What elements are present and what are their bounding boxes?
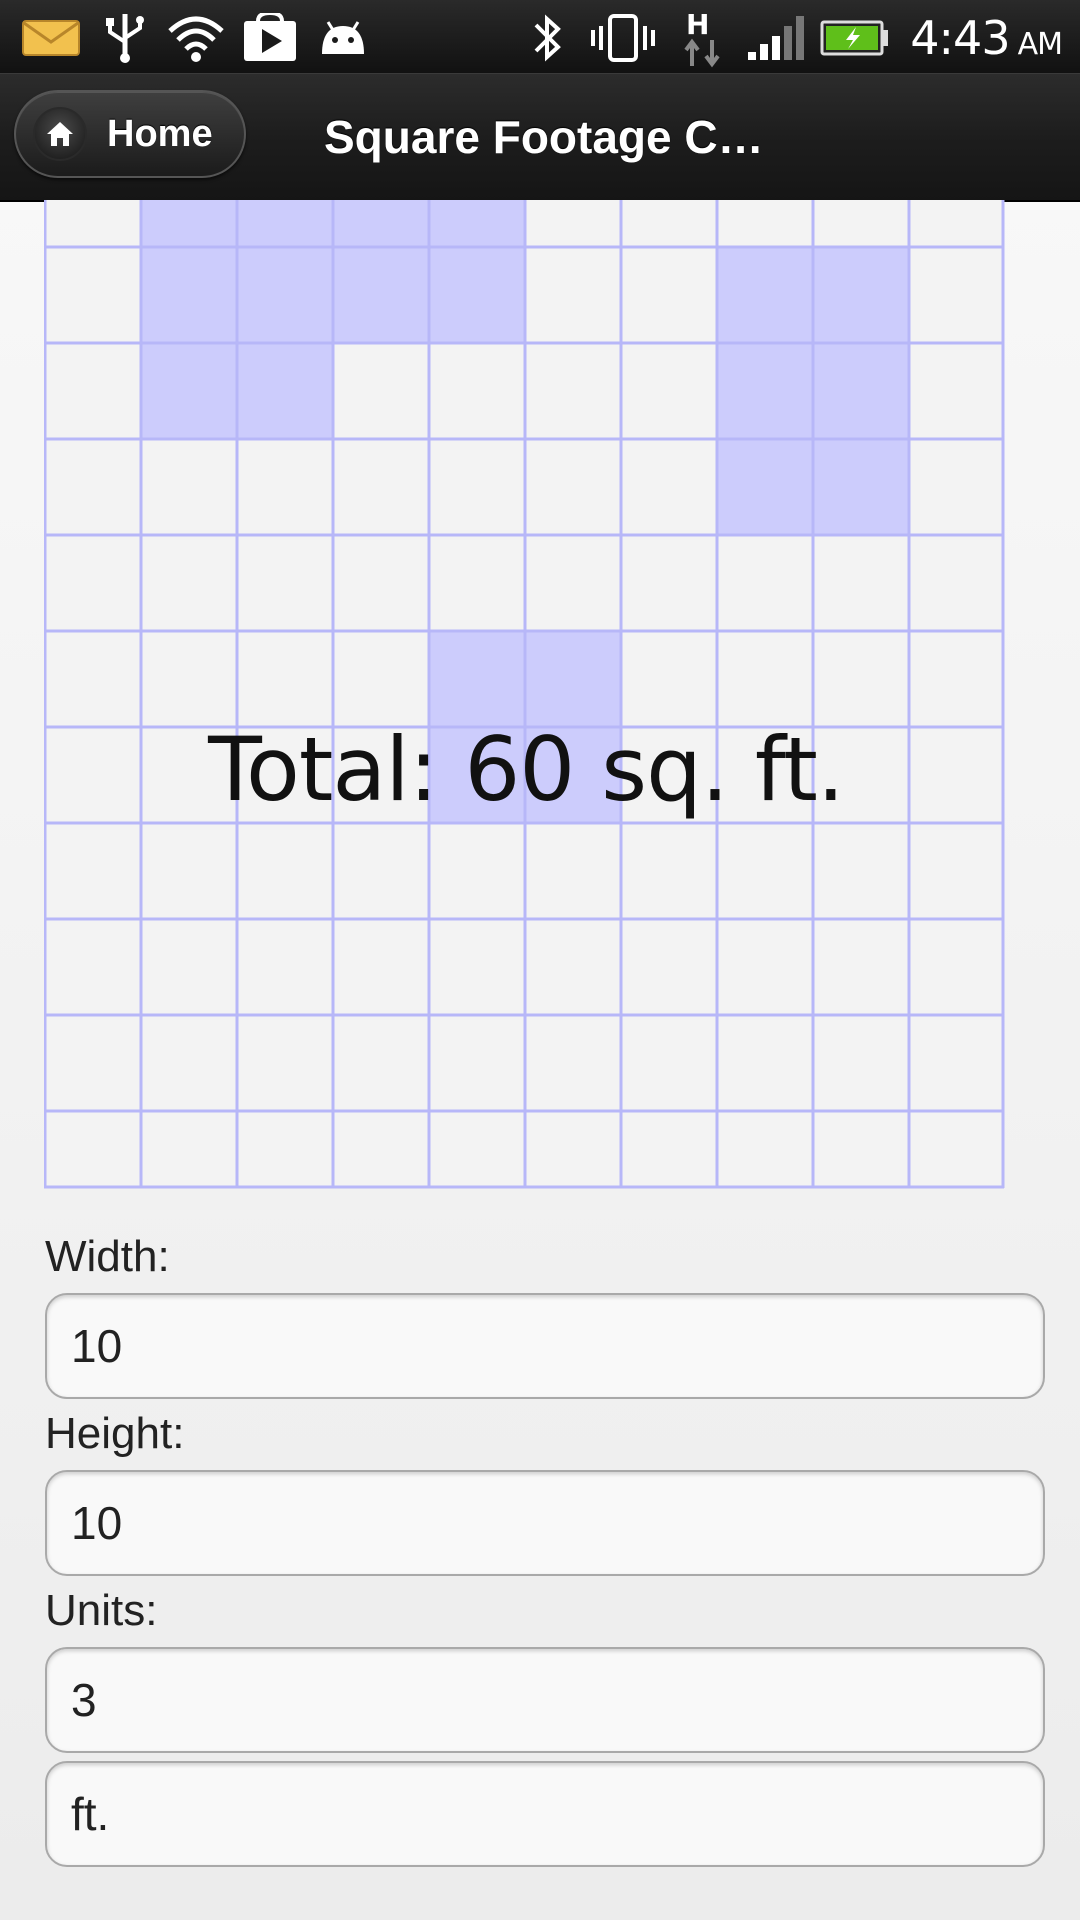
wifi-icon xyxy=(166,10,226,65)
grid-cell-filled[interactable] xyxy=(140,343,236,439)
usb-icon xyxy=(102,10,148,65)
grid-cell-filled[interactable] xyxy=(140,247,236,343)
grid-cell-filled[interactable] xyxy=(812,439,908,535)
units-field[interactable] xyxy=(45,1647,1045,1753)
battery-charging-icon xyxy=(820,10,890,65)
width-label: Width: xyxy=(45,1232,170,1281)
mail-icon xyxy=(22,10,80,65)
grid-cell-filled[interactable] xyxy=(716,439,812,535)
play-store-icon xyxy=(242,10,298,65)
height-label: Height: xyxy=(45,1409,185,1458)
svg-text:H: H xyxy=(686,8,709,41)
grid-cell-filled[interactable] xyxy=(332,200,428,247)
page-title: Square Footage C… xyxy=(324,111,764,163)
signal-icon xyxy=(746,10,806,65)
android-icon xyxy=(316,10,370,65)
grid-cell-filled[interactable] xyxy=(716,247,812,343)
clock: 4:43 AM xyxy=(910,8,1063,75)
height-field[interactable] xyxy=(45,1470,1045,1576)
home-button-label: Home xyxy=(107,112,213,155)
bluetooth-icon xyxy=(528,10,568,65)
grid-cell-filled[interactable] xyxy=(332,247,428,343)
grid-cell-filled[interactable] xyxy=(428,631,524,727)
units-label: Units: xyxy=(45,1586,158,1635)
grid-cell-filled[interactable] xyxy=(812,247,908,343)
grid-cell-filled[interactable] xyxy=(428,247,524,343)
home-button[interactable]: Home xyxy=(14,90,246,178)
grid-cell-filled[interactable] xyxy=(428,200,524,247)
grid-cell-filled[interactable] xyxy=(236,343,332,439)
area-grid-canvas[interactable] xyxy=(44,200,1008,1190)
data-h-icon: H xyxy=(682,8,728,67)
width-field[interactable] xyxy=(45,1293,1045,1399)
area-grid[interactable]: Total: 60 sq. ft. xyxy=(44,200,1008,1190)
clock-ampm: AM xyxy=(1017,27,1063,62)
unit-name-field[interactable] xyxy=(45,1761,1045,1867)
grid-cell-filled[interactable] xyxy=(236,200,332,247)
total-label: Total: 60 sq. ft. xyxy=(208,718,845,821)
home-icon xyxy=(33,107,87,161)
action-bar: Home Square Footage C… xyxy=(0,73,1080,202)
grid-cell-filled[interactable] xyxy=(140,200,236,247)
grid-cell-filled[interactable] xyxy=(524,631,620,727)
grid-cell-filled[interactable] xyxy=(716,343,812,439)
clock-time: 4:43 xyxy=(910,11,1010,65)
grid-cell-filled[interactable] xyxy=(812,343,908,439)
status-bar: H 4:43 AM xyxy=(0,0,1080,73)
grid-cell-filled[interactable] xyxy=(236,247,332,343)
vibrate-icon xyxy=(588,10,658,65)
